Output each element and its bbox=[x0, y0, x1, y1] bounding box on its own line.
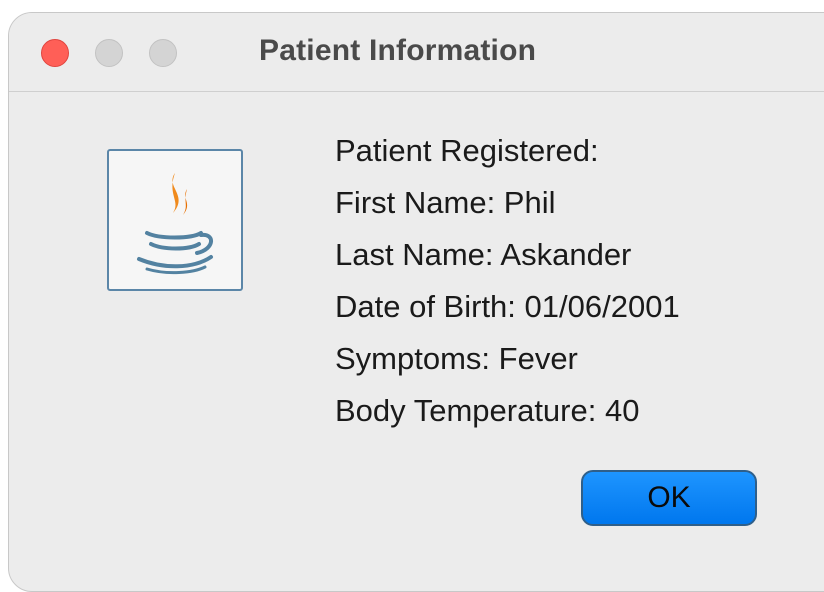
message-line-body-temperature: Body Temperature: 40 bbox=[335, 393, 640, 428]
message-line-date-of-birth: Date of Birth: 01/06/2001 bbox=[335, 289, 680, 324]
message-line-header: Patient Registered: bbox=[335, 133, 599, 168]
close-button[interactable] bbox=[41, 39, 69, 67]
message-text: Patient Registered: First Name: Phil Las… bbox=[335, 125, 680, 437]
window-title: Patient Information bbox=[259, 34, 537, 67]
ok-button[interactable]: OK bbox=[581, 470, 757, 526]
dialog-window: Patient Information Patient Registered: … bbox=[8, 12, 824, 592]
java-icon bbox=[107, 149, 243, 291]
zoom-button[interactable] bbox=[149, 39, 177, 67]
message-line-symptoms: Symptoms: Fever bbox=[335, 341, 578, 376]
title-bar: Patient Information bbox=[9, 13, 824, 92]
message-line-last-name: Last Name: Askander bbox=[335, 237, 632, 272]
message-line-first-name: First Name: Phil bbox=[335, 185, 556, 220]
minimize-button[interactable] bbox=[95, 39, 123, 67]
